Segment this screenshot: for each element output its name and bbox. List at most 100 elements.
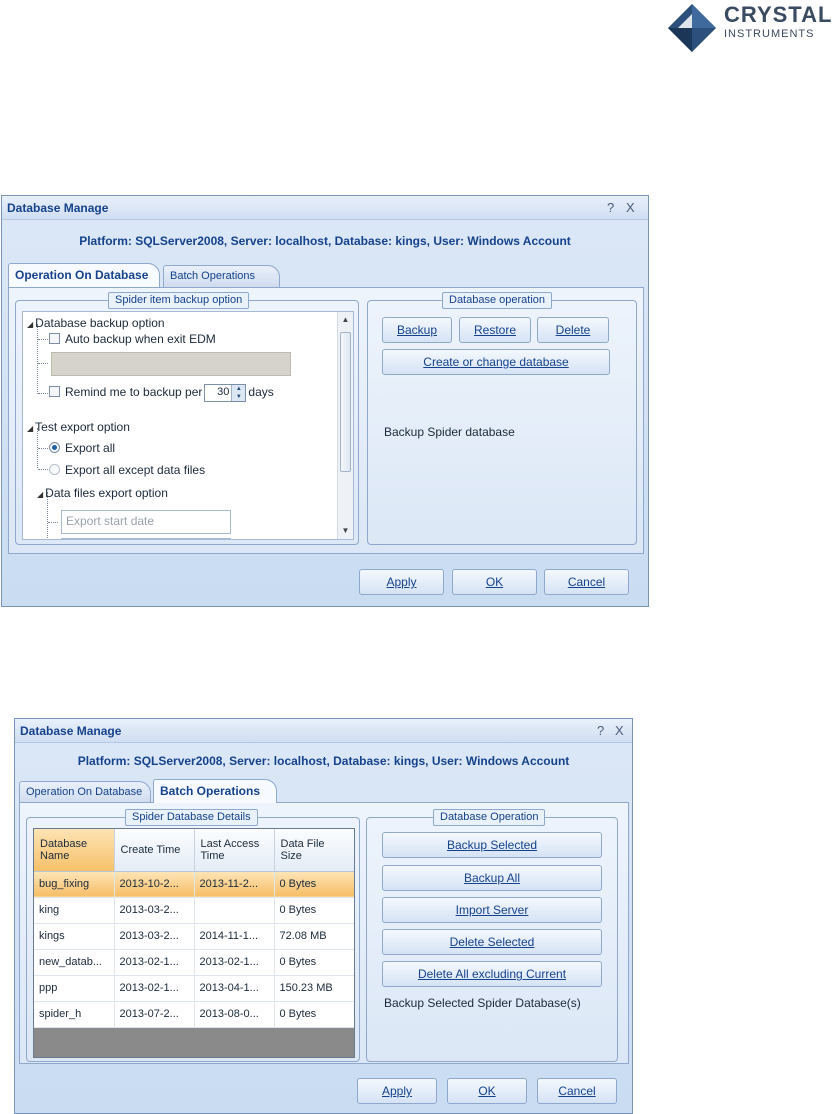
- table-cell: kings: [34, 923, 115, 950]
- table-row[interactable]: new_datab... 2013-02-1... 2013-02-1... 0…: [34, 949, 354, 976]
- platform-info: Platform: SQLServer2008, Server: localho…: [79, 234, 571, 248]
- table-cell: 2013-10-2...: [114, 871, 195, 898]
- operation-status-text: Backup Spider database: [384, 425, 515, 439]
- spider-database-details-group: Spider Database Details Database Name Cr…: [26, 809, 360, 1062]
- delete-button[interactable]: Delete: [537, 317, 609, 343]
- collapse-triangle-icon: ◢: [27, 320, 34, 329]
- delete-all-excluding-current-button[interactable]: Delete All excluding Current: [382, 961, 602, 987]
- tree-node-data-files-export[interactable]: ◢ Data files export option: [37, 486, 168, 500]
- diamond-logo-icon: [668, 4, 716, 52]
- group-label-database-operation: Database operation: [442, 292, 553, 309]
- column-header-database-name[interactable]: Database Name: [34, 829, 115, 872]
- table-cell: 0 Bytes: [274, 897, 354, 924]
- titlebar: Database Manage ? X: [15, 719, 632, 743]
- help-button[interactable]: ?: [597, 723, 604, 738]
- table-row[interactable]: spider_h 2013-07-2... 2013-08-0... 0 Byt…: [34, 1001, 354, 1028]
- column-header-data-file-size[interactable]: Data File Size: [274, 829, 354, 872]
- table-cell: 2014-11-1...: [194, 923, 275, 950]
- database-operation-group: Database operation Backup Restore Delete…: [367, 292, 637, 545]
- titlebar: Database Manage ? X: [2, 196, 648, 220]
- tab-panel: Spider item backup option ◢ Database back…: [8, 287, 644, 554]
- ok-button[interactable]: OK: [452, 569, 537, 595]
- table-cell: [194, 897, 275, 924]
- table-cell: king: [34, 897, 115, 924]
- create-change-database-button[interactable]: Create or change database: [382, 349, 610, 375]
- export-start-date-input[interactable]: Export start date: [61, 510, 231, 534]
- table-cell: 2013-07-2...: [114, 1001, 195, 1028]
- export-except-radio[interactable]: Export all except data files: [49, 463, 205, 477]
- restore-button[interactable]: Restore: [459, 317, 531, 343]
- group-label-spider-database-details: Spider Database Details: [125, 809, 258, 826]
- checkbox-icon: [49, 386, 60, 398]
- delete-selected-button[interactable]: Delete Selected: [382, 929, 602, 955]
- scroll-thumb[interactable]: [340, 332, 351, 472]
- table-cell: 2013-08-0...: [194, 1001, 275, 1028]
- table-header-row: Database Name Create Time Last Access Ti…: [34, 829, 354, 872]
- import-server-button[interactable]: Import Server: [382, 897, 602, 923]
- column-header-create-time[interactable]: Create Time: [114, 829, 195, 872]
- close-button[interactable]: X: [615, 723, 624, 738]
- table-row[interactable]: bug_fixing 2013-10-2... 2013-11-2... 0 B…: [34, 871, 354, 898]
- spinner-arrows-icon[interactable]: ▲ ▼: [231, 385, 246, 401]
- tree-node-test-export[interactable]: ◢ Test export option: [27, 420, 130, 434]
- table-cell: 2013-02-1...: [114, 975, 195, 1002]
- table-cell: 2013-03-2...: [114, 897, 195, 924]
- tab-operation-on-database[interactable]: Operation On Database: [8, 263, 160, 287]
- tab-operation-on-database[interactable]: Operation On Database: [19, 781, 151, 803]
- backup-option-tree: ◢ Database backup option Auto backup when…: [22, 311, 354, 540]
- cancel-button[interactable]: Cancel: [537, 1078, 617, 1104]
- tab-strip: Operation On Database Batch Operations: [8, 263, 408, 287]
- help-button[interactable]: ?: [607, 200, 614, 215]
- tab-strip: Operation On Database Batch Operations: [19, 779, 419, 803]
- database-grid: Database Name Create Time Last Access Ti…: [33, 828, 355, 1058]
- tab-batch-operations[interactable]: Batch Operations: [163, 265, 280, 287]
- table-cell: 0 Bytes: [274, 871, 354, 898]
- table-cell: 150.23 MB: [274, 975, 354, 1002]
- table-cell: 0 Bytes: [274, 949, 354, 976]
- table-cell: 2013-04-1...: [194, 975, 275, 1002]
- table-row[interactable]: ppp 2013-02-1... 2013-04-1... 150.23 MB: [34, 975, 354, 1002]
- export-all-radio[interactable]: Export all: [49, 441, 115, 455]
- backup-all-button[interactable]: Backup All: [382, 865, 602, 891]
- backup-button[interactable]: Backup: [382, 317, 452, 343]
- database-manage-dialog-operation: Database Manage ? X Platform: SQLServer2…: [1, 195, 649, 607]
- scroll-down-arrow-icon[interactable]: ▼: [338, 523, 353, 539]
- crystal-instruments-logo: CRYSTAL INSTRUMENTS: [664, 0, 839, 56]
- apply-button[interactable]: Apply: [359, 569, 444, 595]
- table-cell: 2013-03-2...: [114, 923, 195, 950]
- table-cell: 2013-02-1...: [194, 949, 275, 976]
- dialog-title: Database Manage: [20, 724, 122, 738]
- cancel-button[interactable]: Cancel: [544, 569, 629, 595]
- table-cell: 2013-11-2...: [194, 871, 275, 898]
- tree-scrollbar[interactable]: ▲ ▼: [337, 312, 353, 539]
- export-end-date-input[interactable]: [61, 538, 231, 539]
- table-cell: spider_h: [34, 1001, 115, 1028]
- collapse-triangle-icon: ◢: [27, 424, 34, 433]
- group-label-database-operation: Database Operation: [433, 809, 546, 826]
- table-row[interactable]: kings 2013-03-2... 2014-11-1... 72.08 MB: [34, 923, 354, 950]
- database-manage-dialog-batch: Database Manage ? X Platform: SQLServer2…: [14, 718, 633, 1114]
- days-spinner[interactable]: 30 ▲ ▼: [204, 384, 247, 402]
- table-cell: 2013-02-1...: [114, 949, 195, 976]
- table-row[interactable]: king 2013-03-2... 0 Bytes: [34, 897, 354, 924]
- logo-line1: CRYSTAL: [724, 2, 833, 27]
- scroll-up-arrow-icon[interactable]: ▲: [338, 312, 353, 328]
- platform-info: Platform: SQLServer2008, Server: localho…: [77, 754, 570, 768]
- close-button[interactable]: X: [626, 200, 635, 215]
- auto-backup-checkbox[interactable]: Auto backup when exit EDM: [49, 332, 216, 346]
- column-header-last-access-time[interactable]: Last Access Time: [194, 829, 275, 872]
- radio-icon: [49, 464, 60, 475]
- table-cell: new_datab...: [34, 949, 115, 976]
- dialog-title: Database Manage: [7, 201, 109, 215]
- remind-backup-option[interactable]: Remind me to backup per 30 ▲ ▼ days: [49, 384, 274, 402]
- ok-button[interactable]: OK: [447, 1078, 527, 1104]
- apply-button[interactable]: Apply: [357, 1078, 437, 1104]
- group-label-spider-backup: Spider item backup option: [108, 292, 250, 309]
- radio-selected-icon: [49, 442, 60, 453]
- disabled-field: [51, 352, 291, 376]
- table-cell: bug_fixing: [34, 871, 115, 898]
- tab-batch-operations[interactable]: Batch Operations: [153, 779, 277, 803]
- collapse-triangle-icon: ◢: [37, 490, 44, 499]
- backup-selected-button[interactable]: Backup Selected: [382, 832, 602, 858]
- tree-node-database-backup[interactable]: ◢ Database backup option: [27, 316, 165, 330]
